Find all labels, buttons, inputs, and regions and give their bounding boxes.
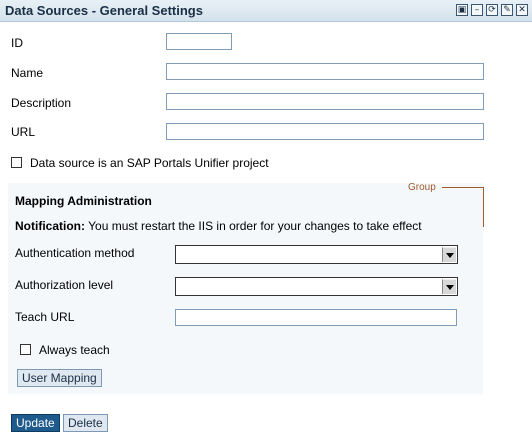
title-bar: Data Sources - General Settings ▣ – ⟳ ✎ … (0, 0, 532, 22)
chevron-down-icon[interactable] (442, 247, 456, 262)
url-label: URL (11, 125, 36, 139)
minimize-icon[interactable]: – (471, 4, 483, 16)
group-border-right (483, 187, 484, 227)
auth-level-select[interactable] (175, 277, 458, 296)
name-field[interactable] (166, 63, 484, 80)
group-title: Mapping Administration (15, 194, 152, 208)
unifier-checkbox-label: Data source is an SAP Portals Unifier pr… (30, 156, 269, 170)
teach-url-label: Teach URL (15, 310, 75, 324)
id-label: ID (11, 36, 23, 50)
user-mapping-button[interactable]: User Mapping (17, 369, 102, 387)
description-label: Description (11, 96, 72, 110)
notification-text: You must restart the IIS in order for yo… (85, 219, 422, 233)
name-label: Name (11, 66, 44, 80)
refresh-icon[interactable]: ⟳ (486, 4, 498, 16)
delete-button[interactable]: Delete (63, 414, 108, 432)
url-field[interactable] (166, 123, 484, 140)
restore-icon[interactable]: ▣ (456, 4, 468, 16)
window-controls: ▣ – ⟳ ✎ ✕ (456, 4, 528, 16)
auth-method-label: Authentication method (15, 246, 135, 260)
update-button[interactable]: Update (11, 414, 60, 432)
chevron-down-icon[interactable] (442, 279, 456, 294)
close-icon[interactable]: ✕ (516, 4, 528, 16)
auth-level-label: Authorization level (15, 278, 114, 292)
auth-method-select[interactable] (175, 245, 458, 264)
description-field[interactable] (166, 93, 484, 110)
edit-icon[interactable]: ✎ (501, 4, 513, 16)
group-label: Group (408, 182, 436, 193)
always-teach-label: Always teach (39, 343, 110, 357)
teach-url-field[interactable] (175, 309, 457, 326)
id-field[interactable] (166, 33, 232, 50)
window-title: Data Sources - General Settings (5, 3, 203, 18)
group-border-top (442, 187, 483, 188)
notification-label: Notification: (15, 219, 85, 233)
unifier-checkbox[interactable] (11, 157, 22, 168)
notification: Notification: You must restart the IIS i… (15, 219, 422, 233)
always-teach-checkbox[interactable] (20, 344, 31, 355)
